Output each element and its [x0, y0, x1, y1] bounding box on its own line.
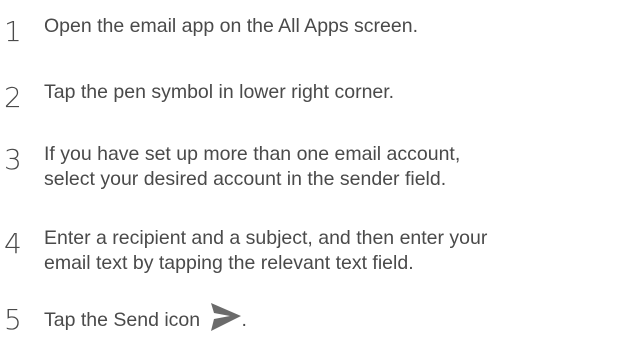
step-line: select your desired account in the sende… [44, 168, 447, 190]
step-text: If you have set up more than one email a… [44, 142, 624, 192]
step-line: Open the email app on the All Apps scree… [44, 15, 418, 37]
send-icon [210, 302, 242, 332]
step-number: 2 [4, 81, 22, 114]
step-line-end: . [241, 309, 247, 331]
step-number: 5 [4, 303, 22, 336]
instruction-steps: 1 Open the email app on the All Apps scr… [0, 0, 630, 336]
step-line: Enter a recipient and a subject, and the… [44, 227, 488, 249]
step-text: Tap the Send icon . [44, 302, 624, 333]
step-number: 4 [4, 227, 22, 260]
step-text: Tap the pen symbol in lower right corner… [44, 80, 624, 105]
step-line: Tap the pen symbol in lower right corner… [44, 81, 395, 103]
step-number: 3 [4, 143, 22, 176]
step-line: If you have set up more than one email a… [44, 143, 461, 165]
step-text: Open the email app on the All Apps scree… [44, 14, 624, 39]
step-text: Enter a recipient and a subject, and the… [44, 226, 624, 276]
step-line: Tap the Send icon [44, 309, 201, 331]
step-line: email text by tapping the relevant text … [44, 252, 414, 274]
step-number: 1 [4, 15, 22, 48]
